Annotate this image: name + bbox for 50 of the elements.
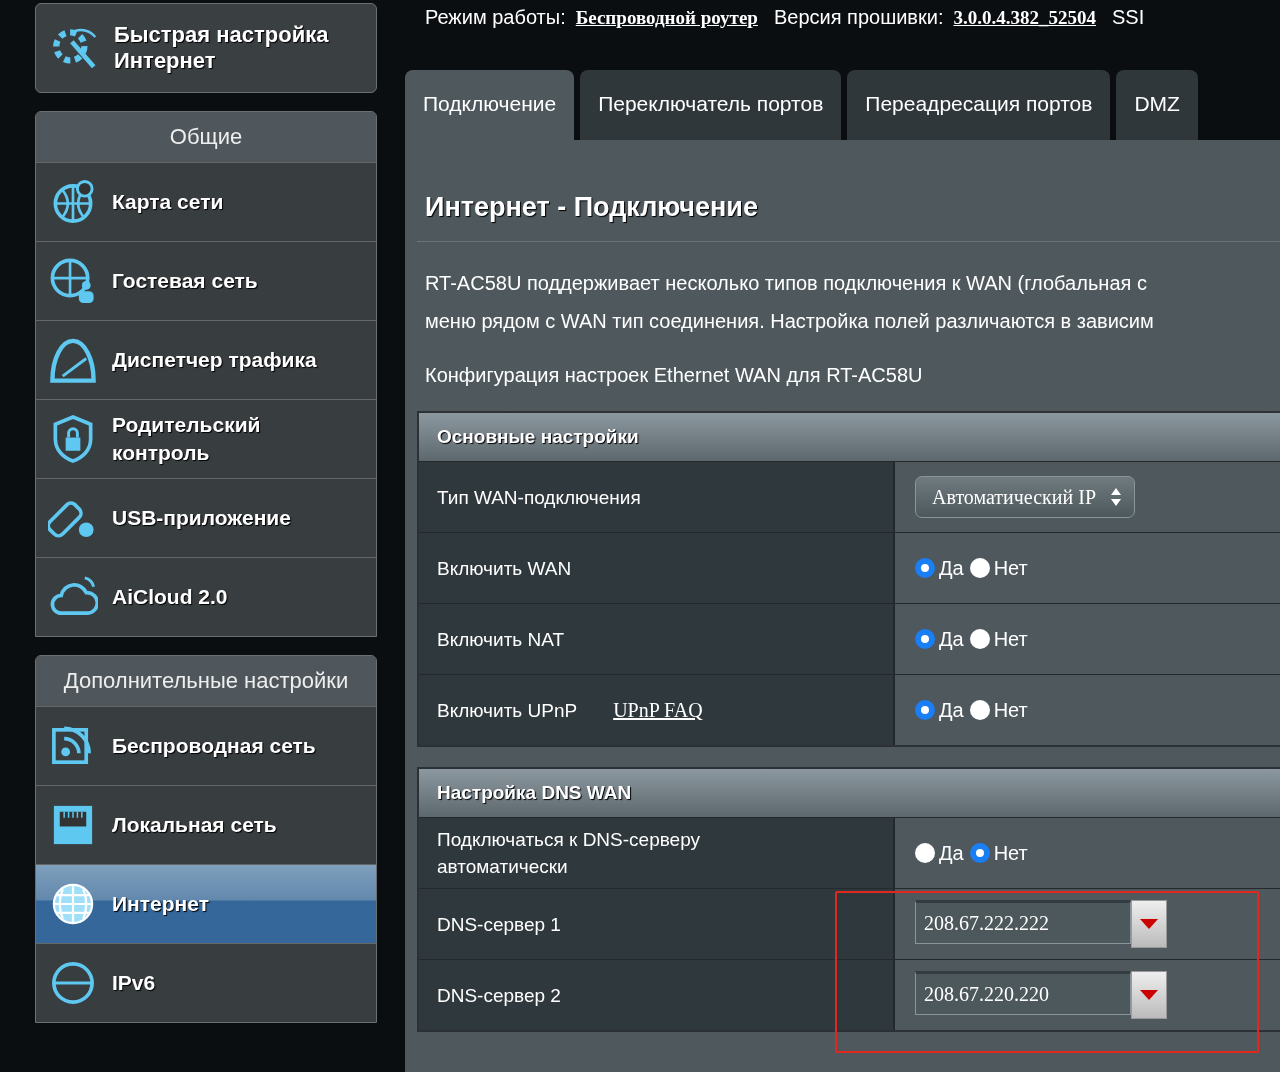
setting-label: Подключаться к DNS-серверу автоматически bbox=[437, 828, 702, 879]
radio-label: Нет bbox=[993, 698, 1028, 722]
sidebar-item[interactable]: Интернет bbox=[36, 864, 376, 943]
description-line: меню рядом с WAN тип соединения. Настройка полей различаются в зависим bbox=[425, 309, 1155, 334]
radio-label: Нет bbox=[993, 841, 1028, 865]
radio-button[interactable] bbox=[915, 629, 935, 649]
ip-input-field[interactable]: 208.67.222.222 bbox=[915, 900, 1131, 944]
menu-group-title: Дополнительные настройки bbox=[36, 656, 376, 706]
radio-button[interactable] bbox=[969, 629, 990, 649]
section-header: Настройка DNS WAN bbox=[419, 769, 1280, 817]
status-label: Режим работы: bbox=[425, 6, 566, 29]
radio-button[interactable] bbox=[915, 700, 935, 720]
dropdown-button[interactable] bbox=[1131, 971, 1167, 1019]
tab[interactable]: Подключение bbox=[405, 70, 575, 140]
status-link[interactable]: Беспроводной роутер bbox=[575, 7, 758, 29]
menu-group-title: Общие bbox=[36, 112, 376, 162]
caret-icon bbox=[1140, 990, 1158, 1000]
subtitle: Конфигурация настроек Ethernet WAN для RT-AC58U bbox=[424, 363, 924, 388]
ip-input-field[interactable]: 208.67.220.220 bbox=[915, 971, 1131, 1015]
setting-label: Тип WAN-подключения bbox=[437, 485, 641, 510]
tab[interactable]: Переключатель портов bbox=[580, 70, 842, 140]
radio-label: Да bbox=[939, 627, 964, 651]
status-label: SSI bbox=[1111, 6, 1145, 29]
setting-label: DNS-сервер 1 bbox=[437, 912, 561, 937]
radio-label: Нет bbox=[993, 556, 1028, 580]
radio-button[interactable] bbox=[915, 843, 935, 863]
radio-label: Нет bbox=[993, 627, 1028, 651]
setting-label: Включить WAN bbox=[437, 556, 572, 581]
page-title: Интернет - Подключение bbox=[417, 140, 1280, 242]
radio-label: Да bbox=[939, 841, 964, 865]
setting-label: Включить UPnP bbox=[437, 698, 578, 723]
section-header: Основные настройки bbox=[419, 413, 1280, 461]
setting-label: Включить NAT bbox=[437, 627, 565, 652]
radio-button[interactable] bbox=[915, 558, 935, 578]
faq-link[interactable]: UPnP FAQ bbox=[613, 696, 703, 724]
setting-label: DNS-сервер 2 bbox=[437, 983, 561, 1008]
radio-button[interactable] bbox=[969, 558, 990, 578]
caret-icon bbox=[1140, 919, 1158, 929]
description-line: RT-AC58U поддерживает несколько типов подключения к WAN (глобальная с bbox=[425, 271, 1148, 296]
status-label: Версия прошивки: bbox=[773, 6, 944, 29]
radio-label: Да bbox=[939, 556, 964, 580]
radio-button[interactable] bbox=[969, 700, 990, 720]
status-link[interactable]: 3.0.0.4.382_52504 bbox=[953, 7, 1096, 29]
quick-setup-button[interactable]: Быстрая настройка Интернет bbox=[35, 3, 377, 93]
dropdown-button[interactable] bbox=[1131, 900, 1167, 948]
dropdown[interactable]: Автоматический IP bbox=[915, 476, 1136, 518]
radio-button[interactable] bbox=[969, 843, 990, 863]
tab[interactable]: Переадресация портов bbox=[847, 70, 1111, 140]
radio-label: Да bbox=[939, 698, 964, 722]
tab[interactable]: DMZ bbox=[1116, 70, 1198, 140]
